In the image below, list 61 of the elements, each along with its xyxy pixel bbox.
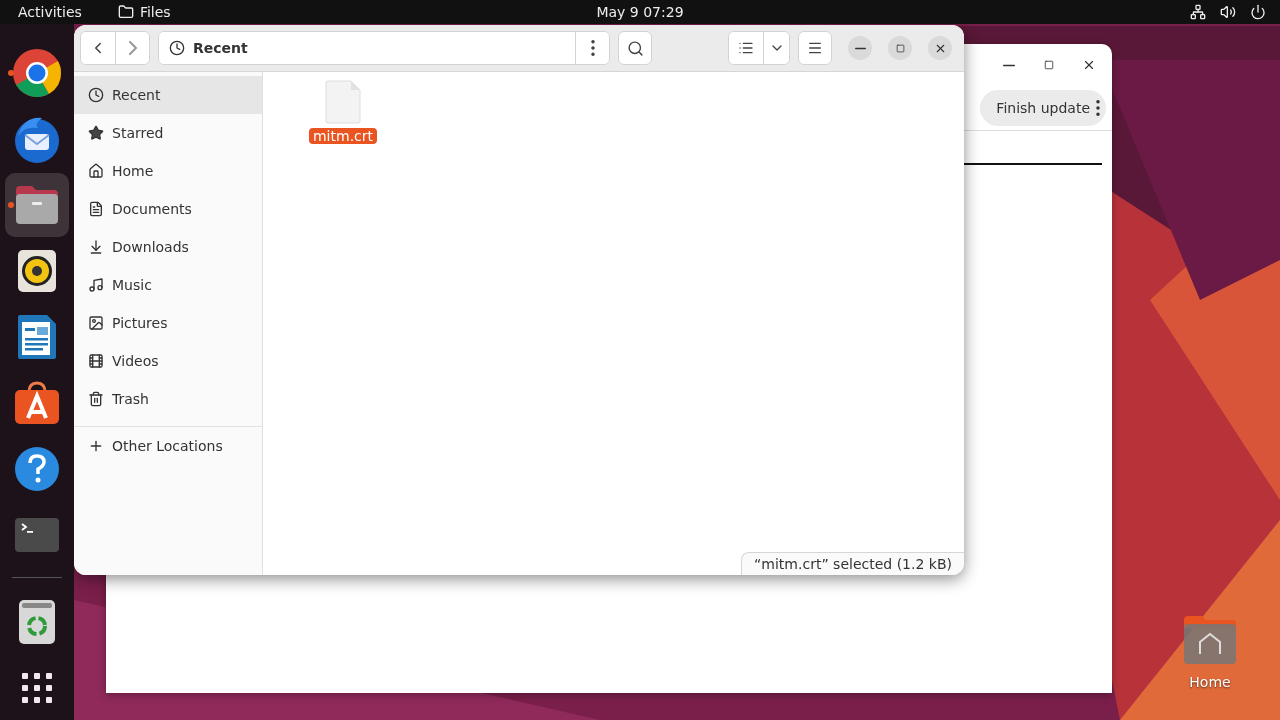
music-icon — [88, 277, 104, 293]
recycle-bin-icon — [18, 599, 56, 645]
plus-icon — [88, 438, 104, 454]
clock-icon — [169, 40, 185, 56]
network-icon[interactable] — [1190, 4, 1206, 20]
sidebar-item[interactable]: Starred — [74, 114, 262, 152]
menu-icon — [807, 40, 823, 56]
pictures-icon — [88, 315, 104, 331]
minimize-icon — [1003, 63, 1015, 67]
terminal-icon — [14, 517, 60, 553]
sidebar-item[interactable]: Documents — [74, 190, 262, 228]
activities-button[interactable]: Activities — [18, 4, 82, 20]
document-icon — [17, 314, 57, 360]
sidebar-item[interactable]: Videos — [74, 342, 262, 380]
home-icon — [88, 163, 104, 179]
search-button[interactable] — [618, 31, 652, 65]
menu-button[interactable] — [798, 31, 832, 65]
maximize-icon — [1044, 60, 1054, 70]
home-folder-icon[interactable] — [1182, 614, 1238, 666]
list-icon — [738, 40, 754, 56]
desktop-icon-label: Home — [1189, 674, 1231, 690]
sidebar-item[interactable]: Recent — [74, 76, 262, 114]
folder-icon — [117, 4, 134, 20]
volume-icon[interactable] — [1220, 4, 1236, 20]
sidebar-item[interactable]: Home — [74, 152, 262, 190]
dock-item[interactable] — [5, 173, 69, 237]
clock[interactable]: May 9 07:29 — [596, 4, 684, 20]
sidebar-item[interactable]: Pictures — [74, 304, 262, 342]
speaker-icon — [17, 249, 57, 293]
status-bar: “mitm.crt” selected (1.2 kB) — [741, 552, 964, 575]
documents-icon — [88, 201, 104, 217]
help-icon — [14, 446, 60, 492]
kebab-icon — [590, 40, 595, 56]
running-indicator — [8, 70, 14, 76]
minimize-icon — [854, 46, 866, 50]
running-indicator — [8, 202, 14, 208]
folder-icon — [14, 184, 60, 226]
sidebar-item[interactable]: Downloads — [74, 228, 262, 266]
shopping-bag-icon — [14, 380, 60, 426]
app-menu[interactable]: Files — [117, 4, 171, 20]
app-grid-icon — [21, 672, 53, 704]
videos-icon — [88, 353, 104, 369]
trash-icon — [88, 391, 104, 407]
close-button[interactable] — [928, 36, 952, 60]
finish-update-button[interactable]: Finish update — [980, 90, 1106, 126]
sidebar-item[interactable]: Music — [74, 266, 262, 304]
search-icon — [626, 39, 644, 57]
kebab-icon — [1096, 100, 1100, 116]
power-icon[interactable] — [1250, 4, 1266, 20]
maximize-button[interactable] — [888, 36, 912, 60]
file-name[interactable]: mitm.crt — [309, 128, 378, 144]
other-locations-item[interactable]: Other Locations — [74, 427, 262, 465]
close-icon — [1082, 58, 1096, 72]
starred-icon — [88, 125, 104, 141]
chevron-right-icon — [128, 41, 137, 55]
downloads-icon — [88, 239, 104, 255]
maximize-icon — [895, 43, 905, 53]
recent-icon — [88, 87, 104, 103]
chrome-icon — [12, 48, 62, 98]
sidebar-item[interactable]: Trash — [74, 380, 262, 418]
location-menu-button[interactable] — [575, 32, 609, 64]
